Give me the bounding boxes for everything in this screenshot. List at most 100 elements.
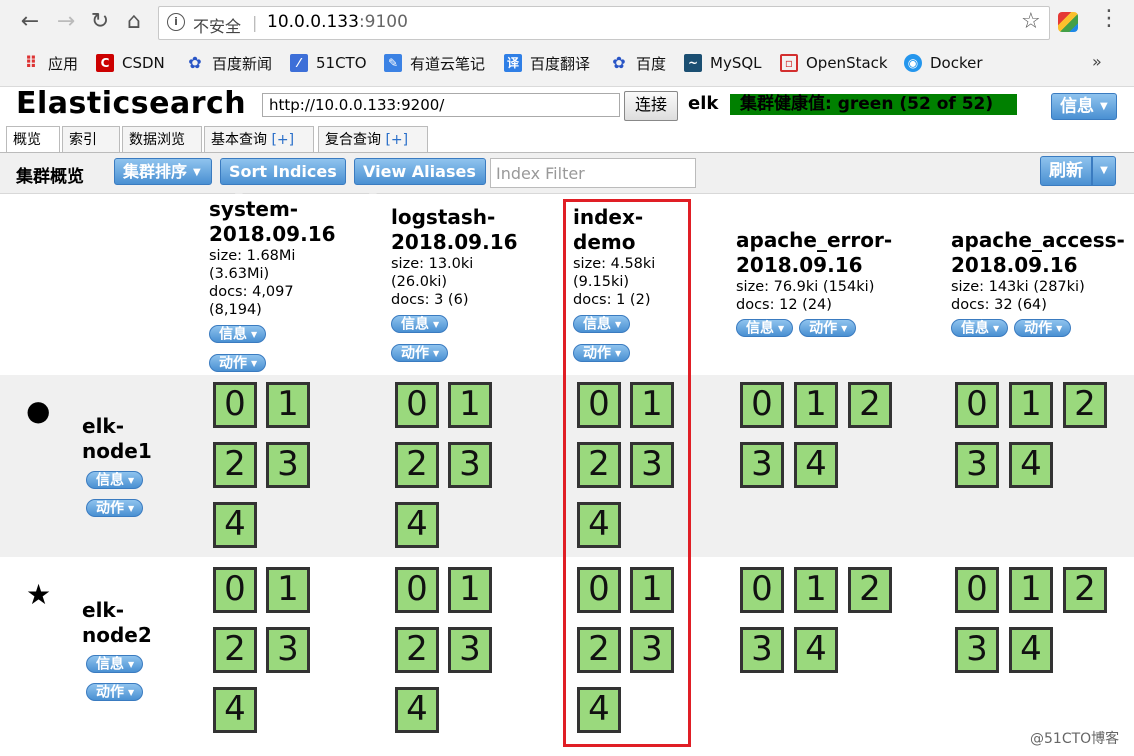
shard-box[interactable]: 4 [395,502,439,548]
tab-indices[interactable]: 索引 [62,126,120,152]
shard-box[interactable]: 2 [1063,567,1107,613]
shard-box[interactable]: 3 [266,442,310,488]
bookmark-csdn[interactable]: C CSDN [96,50,165,76]
shard-box[interactable]: 3 [740,627,784,673]
shard-box[interactable]: 2 [213,442,257,488]
sort-cluster-button[interactable]: 集群排序 ▼ [114,158,212,185]
refresh-button[interactable]: 刷新 [1040,156,1092,186]
reload-icon[interactable]: ↻ [86,8,114,36]
index-info-button[interactable]: 信息 ▼ [573,314,631,333]
bookmark-baidu-translate[interactable]: 译百度翻译 [504,50,590,76]
shard-box[interactable]: 0 [213,382,257,428]
shard-box[interactable]: 0 [740,567,784,613]
shard-box[interactable]: 4 [213,502,257,548]
shard-box[interactable]: 3 [630,627,674,673]
tab-basic-query[interactable]: 基本查询 [+] [204,126,314,152]
index-info-button[interactable]: 信息 ▼ [209,324,267,343]
index-action-button[interactable]: 动作 ▼ [209,354,267,372]
tab-browser[interactable]: 数据浏览 [122,126,202,152]
bookmark-baidu-news[interactable]: ✿ 百度新闻 [186,50,272,76]
node-action-button[interactable]: 动作 ▼ [86,682,144,701]
node-info-button[interactable]: 信息 ▼ [86,654,144,673]
bookmark-star-icon[interactable]: ☆ [1021,9,1041,34]
shard-box[interactable]: 4 [1009,627,1053,673]
shard-box[interactable]: 1 [630,567,674,613]
node-action-button[interactable]: 动作 ▼ [86,498,144,517]
shard-box[interactable]: 1 [1009,382,1053,428]
tab-compound-query[interactable]: 复合查询 [+] [318,126,428,152]
view-aliases-button[interactable]: View Aliases ▼ [354,158,486,203]
shard-box[interactable]: 4 [577,687,621,733]
shard-box[interactable]: 2 [848,567,892,613]
shard-box[interactable]: 0 [577,382,621,428]
bookmarks-more[interactable]: » [1092,52,1102,71]
node-name[interactable]: elk-node1 [82,414,152,464]
connect-button[interactable]: 连接 [624,91,678,121]
menu-kebab-icon[interactable]: ⋮ [1098,6,1120,31]
bookmark-51cto[interactable]: ⁄ 51CTO [290,50,367,76]
shard-box[interactable]: 3 [448,627,492,673]
shard-box[interactable]: 2 [213,627,257,673]
shard-box[interactable]: 3 [266,627,310,673]
index-info-button[interactable]: 信息 ▼ [391,314,449,333]
index-info-button[interactable]: 信息 ▼ [736,318,794,337]
shard-box[interactable]: 3 [740,442,784,488]
index-name[interactable]: apache_error- 2018.09.16 [736,228,892,278]
index-name[interactable]: system- 2018.09.16 [209,197,336,247]
bookmark-openstack[interactable]: ▫ OpenStack [780,50,888,76]
shard-box[interactable]: 2 [1063,382,1107,428]
shard-box[interactable]: 1 [1009,567,1053,613]
shard-box[interactable]: 0 [740,382,784,428]
sort-indices-button[interactable]: Sort Indices▼ [220,158,346,203]
shard-box[interactable]: 1 [448,382,492,428]
shard-box[interactable]: 3 [630,442,674,488]
bookmark-mysql[interactable]: ~ MySQL [684,50,762,76]
shard-box[interactable]: 2 [395,627,439,673]
shard-box[interactable]: 2 [395,442,439,488]
shard-box[interactable]: 1 [794,382,838,428]
index-action-button[interactable]: 动作 ▼ [1014,318,1072,337]
info-menu-button[interactable]: 信息 ▼ [1051,93,1117,120]
shard-box[interactable]: 4 [794,442,838,488]
forward-arrow-icon[interactable]: → [52,8,80,36]
shard-box[interactable]: 4 [794,627,838,673]
shard-box[interactable]: 0 [955,567,999,613]
shard-box[interactable]: 2 [577,442,621,488]
index-action-button[interactable]: 动作 ▼ [391,344,449,362]
shard-box[interactable]: 4 [213,687,257,733]
address-url[interactable]: 10.0.0.133:9100 [267,12,408,32]
shard-box[interactable]: 2 [577,627,621,673]
shard-box[interactable]: 3 [955,627,999,673]
index-info-button[interactable]: 信息 ▼ [951,318,1009,337]
shard-box[interactable]: 1 [630,382,674,428]
node-info-button[interactable]: 信息 ▼ [86,470,144,489]
shard-box[interactable]: 3 [448,442,492,488]
index-name[interactable]: apache_access- 2018.09.16 [951,228,1125,278]
bookmark-youdao[interactable]: ✎ 有道云笔记 [384,50,485,76]
shard-box[interactable]: 4 [1009,442,1053,488]
index-filter-input[interactable]: Index Filter [490,158,696,188]
extension-icon[interactable] [1058,12,1078,32]
index-name[interactable]: logstash- 2018.09.16 [391,205,518,255]
shard-box[interactable]: 0 [395,382,439,428]
shard-box[interactable]: 0 [213,567,257,613]
shard-box[interactable]: 1 [266,567,310,613]
shard-box[interactable]: 2 [848,382,892,428]
index-action-button[interactable]: 动作 ▼ [799,318,857,337]
shard-box[interactable]: 0 [955,382,999,428]
node-name[interactable]: elk-node2 [82,598,152,648]
shard-box[interactable]: 4 [577,502,621,548]
index-name[interactable]: index-demo [573,205,655,255]
bookmark-docker[interactable]: ◉ Docker [904,50,983,76]
tab-overview[interactable]: 概览 [6,126,60,152]
info-circle-icon[interactable]: i [167,13,185,31]
bookmark-apps[interactable]: ⠿ 应用 [22,50,78,76]
shard-box[interactable]: 1 [448,567,492,613]
home-icon[interactable]: ⌂ [120,8,148,36]
bookmark-baidu[interactable]: ✿ 百度 [610,50,666,76]
shard-box[interactable]: 3 [955,442,999,488]
address-bar[interactable]: i 不安全 | 10.0.0.133:9100 ☆ [158,6,1050,40]
index-action-button[interactable]: 动作 ▼ [573,344,631,362]
shard-box[interactable]: 1 [794,567,838,613]
connect-url-input[interactable] [262,93,620,117]
